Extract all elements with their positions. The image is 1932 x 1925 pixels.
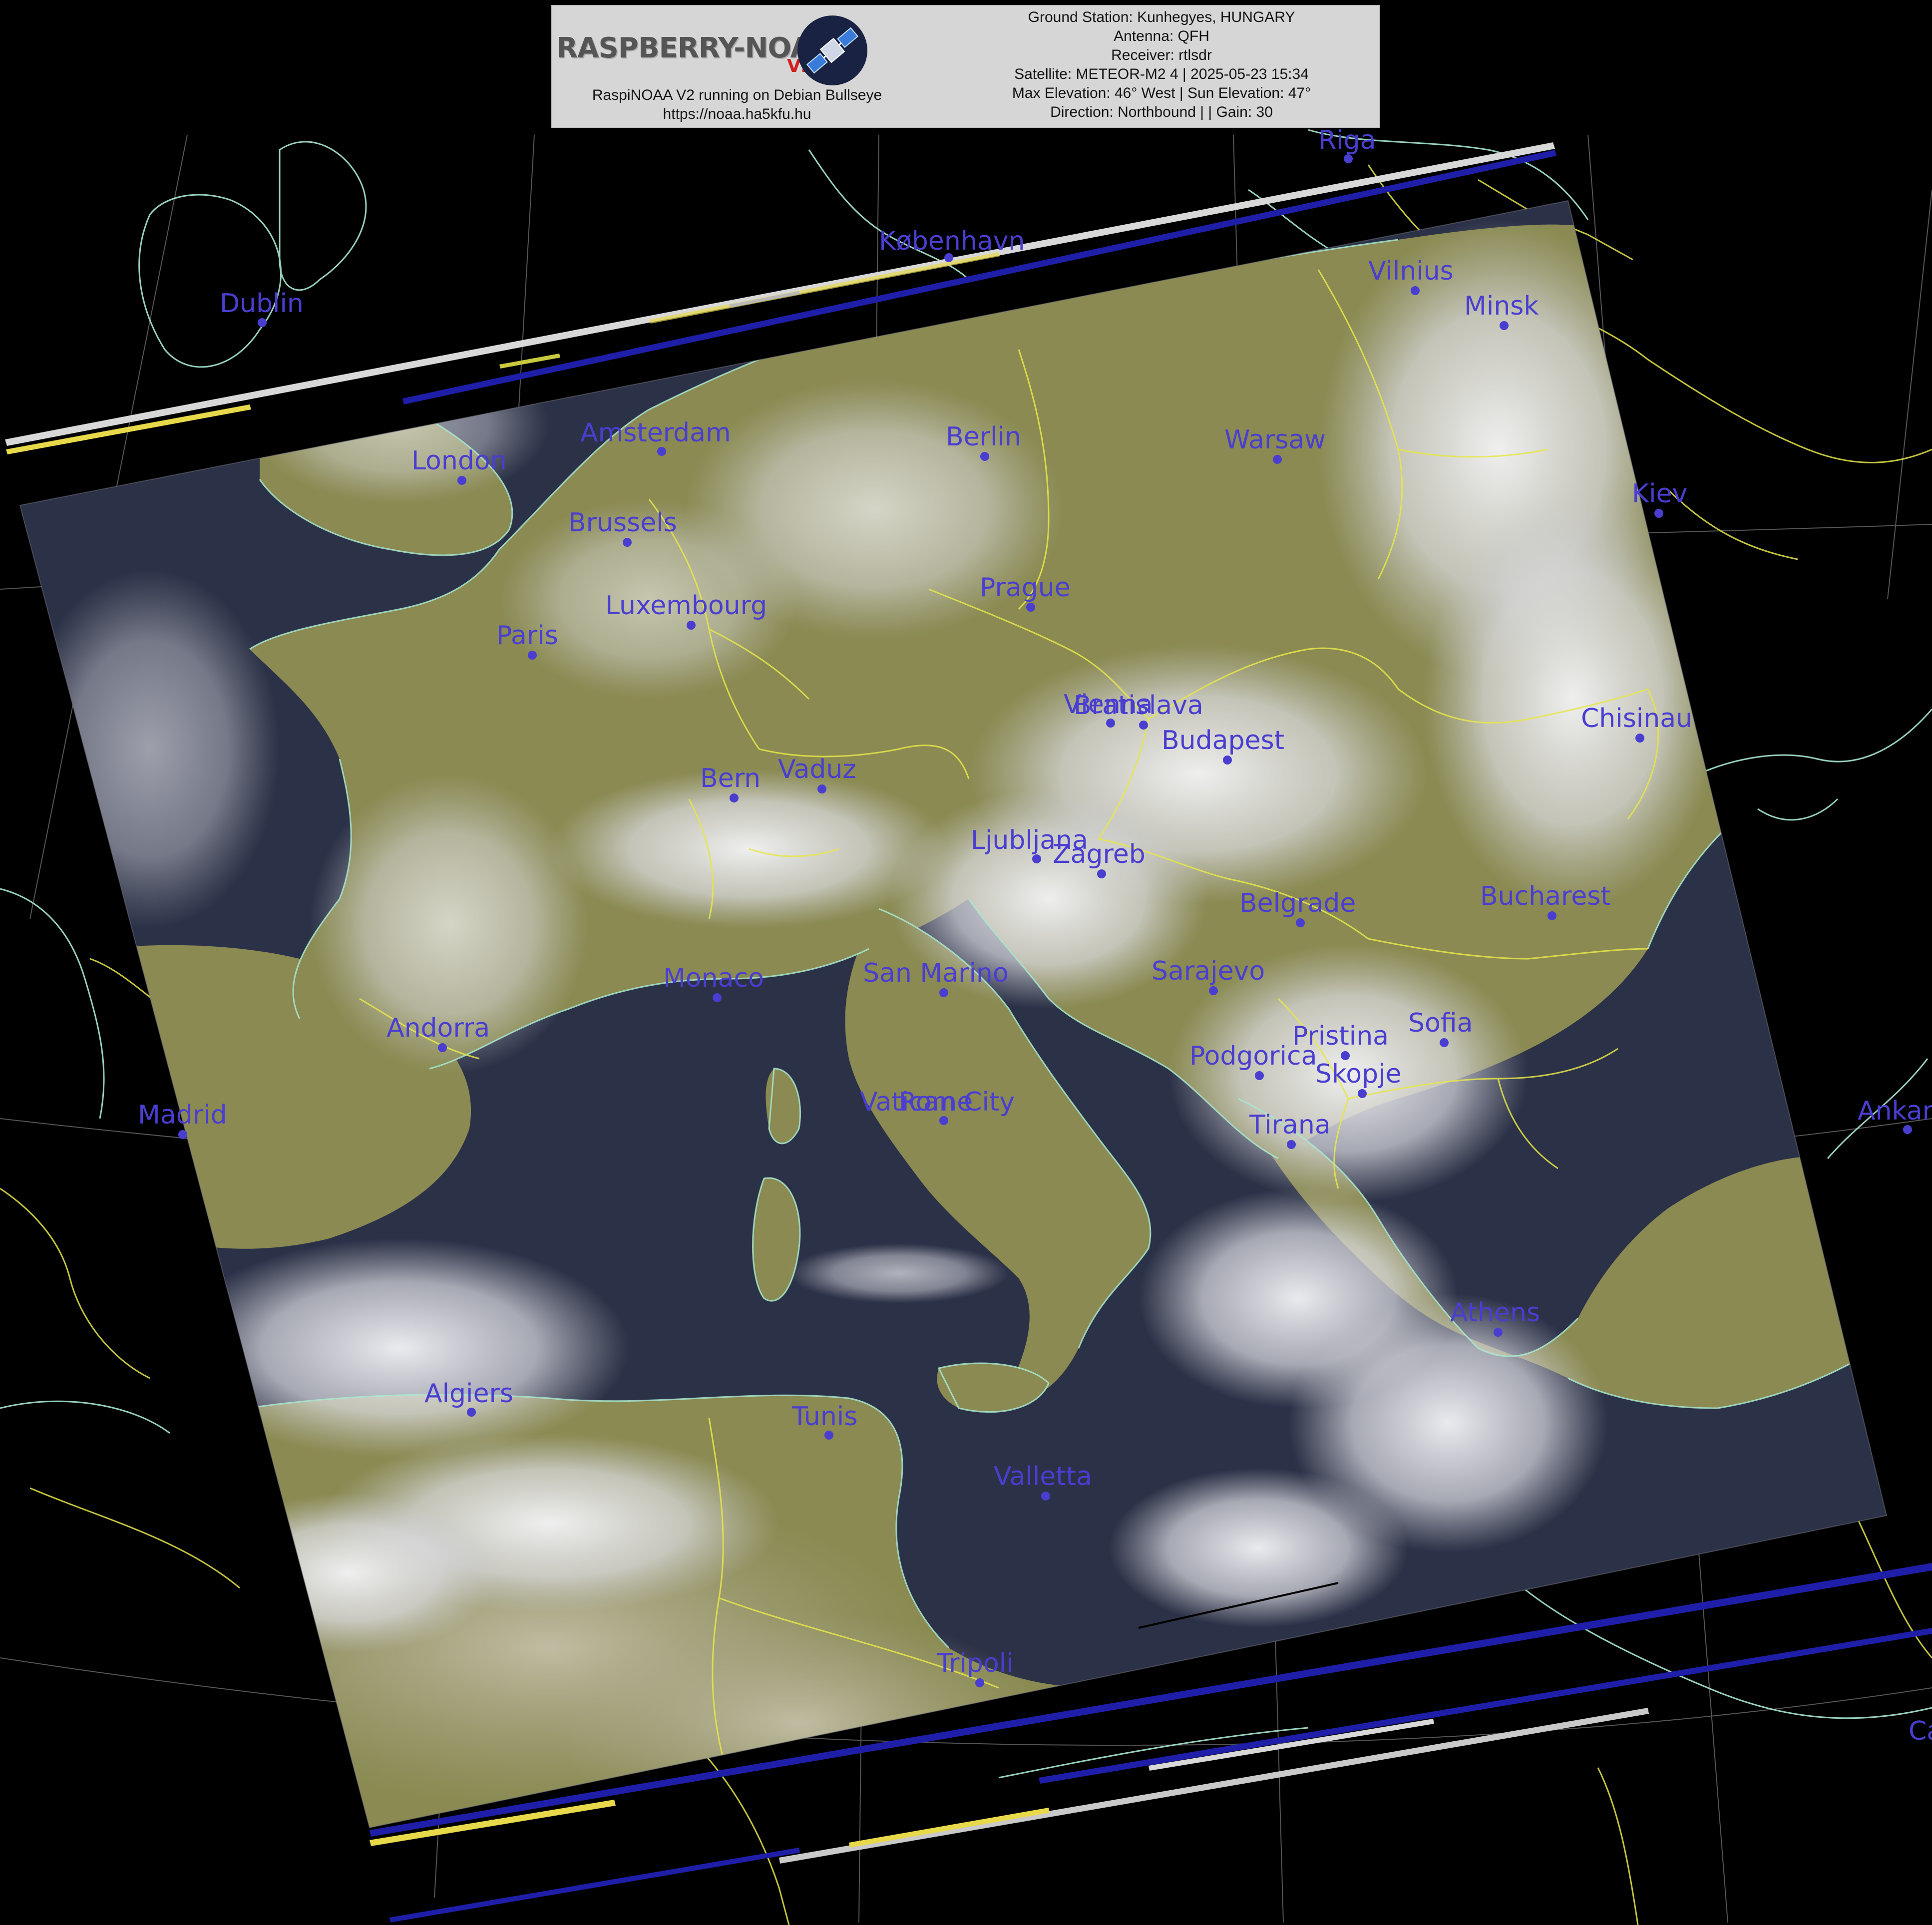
svg-text:Dublin: Dublin bbox=[220, 289, 304, 319]
svg-text:Vaduz: Vaduz bbox=[778, 755, 856, 784]
antenna-text: Antenna: QFH bbox=[1114, 28, 1209, 44]
svg-text:San Marino: San Marino bbox=[863, 958, 1009, 988]
svg-text:Belgrade: Belgrade bbox=[1239, 888, 1356, 918]
satellite-logo-icon bbox=[797, 15, 867, 85]
svg-text:Madrid: Madrid bbox=[138, 1100, 227, 1130]
info-header-panel: RASPBERRY-NOAA V2 RaspiNOAA V2 running o… bbox=[551, 5, 1380, 128]
satellite-text: Satellite: METEOR-M2 4 | 2025-05-23 15:3… bbox=[1014, 66, 1309, 82]
svg-text:Vilnius: Vilnius bbox=[1368, 256, 1454, 286]
direction-text: Direction: Northbound | | Gain: 30 bbox=[1050, 104, 1273, 120]
svg-text:Tunis: Tunis bbox=[791, 1402, 857, 1432]
caption-line-2: https://noaa.ha5kfu.hu bbox=[663, 106, 811, 122]
city-cairo: Cairo bbox=[1909, 1716, 1932, 1746]
svg-text:Kiev: Kiev bbox=[1632, 479, 1687, 509]
svg-text:Brussels: Brussels bbox=[568, 508, 677, 538]
svg-text:Tirana: Tirana bbox=[1249, 1110, 1331, 1140]
svg-text:Sofia: Sofia bbox=[1408, 1008, 1473, 1038]
svg-text:Budapest: Budapest bbox=[1161, 726, 1284, 756]
svg-text:Riga: Riga bbox=[1318, 125, 1376, 155]
elevation-text: Max Elevation: 46° West | Sun Elevation:… bbox=[1012, 85, 1311, 101]
svg-text:Bratislava: Bratislava bbox=[1074, 691, 1203, 721]
svg-text:Athens: Athens bbox=[1450, 1298, 1540, 1328]
svg-text:Minsk: Minsk bbox=[1464, 291, 1539, 321]
svg-text:Andorra: Andorra bbox=[386, 1013, 490, 1043]
receiver-text: Receiver: rtlsdr bbox=[1111, 47, 1212, 63]
svg-text:Ankara: Ankara bbox=[1858, 1096, 1932, 1126]
logo-block: RASPBERRY-NOAA V2 RaspiNOAA V2 running o… bbox=[552, 6, 942, 129]
satellite-map: Riga København Vilnius Minsk Dublin Amst… bbox=[0, 0, 1932, 1925]
svg-text:Paris: Paris bbox=[496, 621, 558, 651]
city-rome: Rome bbox=[899, 1087, 973, 1117]
svg-text:Valletta: Valletta bbox=[994, 1462, 1092, 1492]
svg-text:Zagreb: Zagreb bbox=[1053, 839, 1146, 869]
svg-text:Cairo: Cairo bbox=[1909, 1716, 1932, 1746]
svg-text:Algiers: Algiers bbox=[424, 1379, 513, 1409]
svg-text:Tripoli: Tripoli bbox=[936, 1648, 1014, 1678]
svg-text:København: København bbox=[879, 226, 1025, 256]
ground-station-text: Ground Station: Kunhegyes, HUNGARY bbox=[1028, 9, 1295, 25]
svg-text:Amsterdam: Amsterdam bbox=[580, 418, 731, 448]
svg-text:Monaco: Monaco bbox=[663, 963, 764, 993]
svg-text:Chisinau: Chisinau bbox=[1581, 704, 1692, 734]
svg-text:Prague: Prague bbox=[980, 573, 1071, 603]
caption-line-1: RaspiNOAA V2 running on Debian Bullseye bbox=[592, 87, 882, 103]
svg-text:Sarajevo: Sarajevo bbox=[1152, 956, 1265, 986]
svg-text:Bern: Bern bbox=[700, 764, 761, 793]
svg-text:Rome: Rome bbox=[899, 1087, 973, 1117]
svg-text:Bucharest: Bucharest bbox=[1480, 881, 1611, 911]
svg-text:Warsaw: Warsaw bbox=[1224, 425, 1326, 455]
svg-text:Skopje: Skopje bbox=[1315, 1059, 1402, 1089]
svg-text:Luxembourg: Luxembourg bbox=[605, 591, 767, 621]
svg-text:Podgorica: Podgorica bbox=[1189, 1041, 1317, 1071]
svg-text:Berlin: Berlin bbox=[946, 422, 1021, 452]
svg-text:London: London bbox=[411, 446, 507, 476]
